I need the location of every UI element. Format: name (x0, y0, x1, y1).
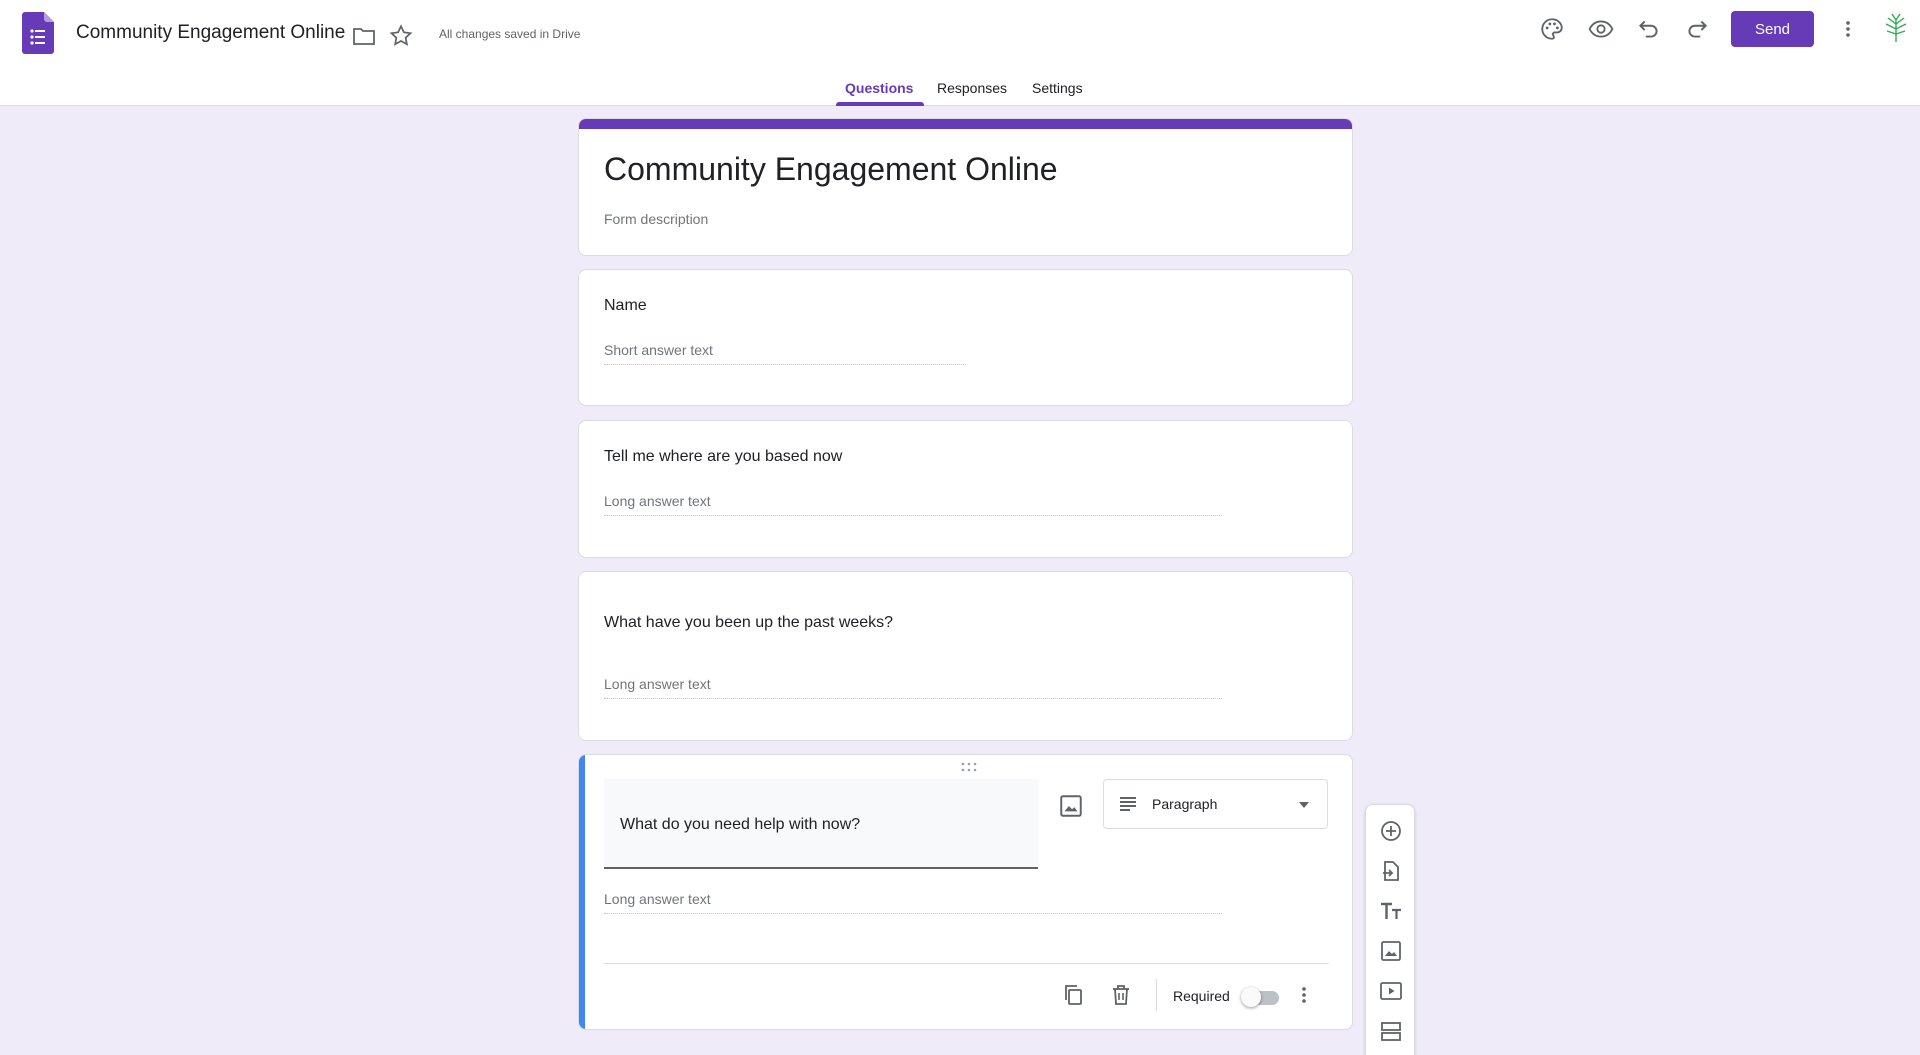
undo-icon[interactable] (1636, 16, 1662, 42)
question-card-past-weeks[interactable]: What have you been up the past weeks? Lo… (578, 571, 1353, 741)
more-vert-icon[interactable] (1292, 983, 1316, 1007)
paragraph-icon (1120, 797, 1136, 811)
add-section-icon[interactable] (1379, 1019, 1403, 1043)
question-title: Tell me where are you based now (604, 448, 843, 465)
more-vert-icon[interactable] (1836, 16, 1860, 42)
required-label: Required (1173, 988, 1230, 1004)
answer-placeholder: Short answer text (604, 342, 966, 365)
required-toggle[interactable] (1241, 987, 1281, 1007)
tab-settings[interactable]: Settings (1032, 80, 1083, 96)
tab-responses[interactable]: Responses (937, 80, 1007, 96)
answer-placeholder: Long answer text (604, 891, 1222, 914)
question-card-help-active[interactable]: What do you need help with now? Paragrap… (578, 754, 1353, 1030)
floating-toolbar (1365, 804, 1415, 1055)
add-title-icon[interactable] (1379, 899, 1403, 923)
question-card-location[interactable]: Tell me where are you based now Long ans… (578, 420, 1353, 558)
form-title-card[interactable]: Community Engagement Online Form descrip… (578, 118, 1353, 256)
palette-icon[interactable] (1539, 16, 1565, 42)
question-title-field[interactable]: What do you need help with now? (604, 779, 1038, 869)
question-type-dropdown[interactable]: Paragraph (1103, 779, 1328, 829)
active-tab-indicator (836, 102, 924, 106)
question-title[interactable]: What do you need help with now? (620, 816, 860, 834)
send-button[interactable]: Send (1731, 11, 1814, 47)
form-title[interactable]: Community Engagement Online (604, 151, 1058, 188)
add-image-icon[interactable] (1058, 793, 1084, 819)
document-title[interactable]: Community Engagement Online (76, 22, 345, 44)
redo-icon[interactable] (1684, 16, 1710, 42)
form-tabs: Questions Responses Settings (0, 72, 1920, 106)
forms-logo-icon[interactable] (22, 12, 54, 54)
tab-questions[interactable]: Questions (845, 80, 913, 96)
card-footer-divider (604, 963, 1329, 964)
question-title: What have you been up the past weeks? (604, 614, 894, 631)
add-image-icon[interactable] (1379, 939, 1403, 963)
answer-placeholder: Long answer text (604, 493, 1222, 516)
star-icon[interactable] (388, 23, 414, 49)
title-card-accent (579, 119, 1352, 129)
drag-handle-icon[interactable] (959, 761, 979, 773)
toggle-knob (1241, 987, 1261, 1007)
duplicate-icon[interactable] (1061, 983, 1085, 1007)
chevron-down-icon (1299, 802, 1309, 808)
footer-separator (1156, 979, 1157, 1011)
active-question-indicator (579, 755, 585, 1029)
form-description[interactable]: Form description (604, 211, 708, 227)
eye-icon[interactable] (1588, 16, 1614, 42)
question-title: Name (604, 297, 647, 314)
add-question-icon[interactable] (1379, 819, 1403, 843)
avatar[interactable] (1880, 12, 1912, 44)
app-header: Community Engagement Online All changes … (0, 0, 1920, 106)
question-type-label: Paragraph (1152, 796, 1218, 812)
question-card-name[interactable]: Name Short answer text (578, 269, 1353, 406)
delete-icon[interactable] (1109, 983, 1133, 1007)
save-status: All changes saved in Drive (439, 27, 581, 41)
add-video-icon[interactable] (1379, 979, 1403, 1003)
import-questions-icon[interactable] (1379, 859, 1403, 883)
answer-placeholder: Long answer text (604, 676, 1222, 699)
folder-icon[interactable] (352, 24, 376, 48)
